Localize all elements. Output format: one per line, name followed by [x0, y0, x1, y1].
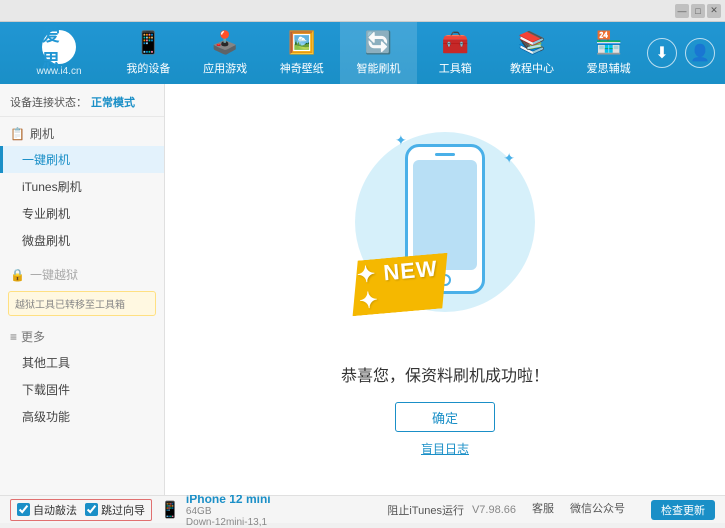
- nav-items: 📱 我的设备 🕹️ 应用游戏 🖼️ 神奇壁纸 🔄 智能刷机 🧰 工具箱 📚 教程…: [110, 22, 647, 84]
- phone-illustration: ✦ ✦ ✦ ✦ NEW ✦: [345, 122, 545, 342]
- bottom-link-service[interactable]: 客服: [532, 500, 554, 520]
- bottom-link-wechat[interactable]: 微信公众号: [570, 500, 625, 520]
- bottom-checkboxes: 自动敲法 跳过向导: [10, 499, 152, 521]
- my-device-label: 我的设备: [126, 60, 170, 76]
- main-area: 设备连接状态： 正常模式 📋 刷机 一键刷机 iTunes刷机 专业刷机 微盘刷…: [0, 84, 725, 495]
- wallpaper-icon: 🖼️: [288, 30, 315, 56]
- stop-itunes: 阻止iTunes运行: [387, 502, 464, 518]
- minimize-btn[interactable]: —: [675, 4, 689, 18]
- sidebar: 设备连接状态： 正常模式 📋 刷机 一键刷机 iTunes刷机 专业刷机 微盘刷…: [0, 84, 165, 495]
- title-bar: — □ ✕: [0, 0, 725, 22]
- device-storage: 64GB: [186, 506, 271, 517]
- sidebar-item-advanced[interactable]: 高级功能: [0, 403, 164, 430]
- sparkle-2: ✦: [503, 150, 515, 167]
- sparkle-1: ✦: [395, 132, 407, 149]
- re-flash-link[interactable]: 盲目日志: [421, 440, 469, 457]
- smart-flash-icon: 🔄: [365, 30, 392, 56]
- my-device-icon: 📱: [135, 30, 162, 56]
- close-btn[interactable]: ✕: [707, 4, 721, 18]
- apple-store-label: 爱思辅城: [587, 60, 631, 76]
- tutorial-icon: 📚: [518, 30, 545, 56]
- logo-circle: 爱思: [42, 30, 76, 64]
- nav-item-apple-store[interactable]: 🏪 爱思辅城: [570, 22, 647, 84]
- new-ribbon-text: ✦ NEW ✦: [356, 254, 452, 314]
- checkbox-auto[interactable]: 自动敲法: [17, 502, 77, 518]
- content-area: ✦ ✦ ✦ ✦ NEW ✦ 恭喜您，保资料刷机成功啦！ 确定 盲目日志: [165, 84, 725, 495]
- sidebar-section-more: ≡ 更多: [0, 320, 164, 349]
- apple-store-icon: 🏪: [595, 30, 622, 56]
- sidebar-item-one-click[interactable]: 一键刷机: [0, 146, 164, 173]
- confirm-button[interactable]: 确定: [395, 402, 495, 432]
- sidebar-jailbreak-title: 🔒 一键越狱: [0, 258, 164, 287]
- nav-item-toolbox[interactable]: 🧰 工具箱: [417, 22, 494, 84]
- toolbox-icon: 🧰: [442, 30, 469, 56]
- nav-right: ⬇ 👤: [647, 38, 725, 68]
- user-btn[interactable]: 👤: [685, 38, 715, 68]
- device-icon: 📱: [160, 500, 180, 520]
- nav-logo: 爱思 www.i4.cn: [0, 30, 110, 77]
- checkbox-skip[interactable]: 跳过向导: [85, 502, 145, 518]
- version-label: V7.98.66: [472, 504, 516, 516]
- status-label: 设备连接状态：: [10, 94, 87, 110]
- sidebar-item-download-firmware[interactable]: 下载固件: [0, 376, 164, 403]
- maximize-btn[interactable]: □: [691, 4, 705, 18]
- sidebar-item-other-tools[interactable]: 其他工具: [0, 349, 164, 376]
- download-btn[interactable]: ⬇: [647, 38, 677, 68]
- smart-flash-label: 智能刷机: [357, 60, 401, 76]
- toolbox-label: 工具箱: [439, 60, 472, 76]
- sidebar-item-pro[interactable]: 专业刷机: [0, 200, 164, 227]
- nav-item-apps-games[interactable]: 🕹️ 应用游戏: [187, 22, 264, 84]
- apps-games-label: 应用游戏: [203, 60, 247, 76]
- phone-speaker: [435, 153, 455, 156]
- sidebar-item-itunes[interactable]: iTunes刷机: [0, 173, 164, 200]
- section2-icon: ≡: [10, 330, 17, 344]
- auto-checkbox[interactable]: [17, 503, 30, 516]
- jailbreak-notice: 越狱工具已转移至工具箱: [8, 291, 156, 316]
- bottom-links: 客服 微信公众号 检查更新: [532, 500, 715, 520]
- nav-bar: 爱思 www.i4.cn 📱 我的设备 🕹️ 应用游戏 🖼️ 神奇壁纸 🔄 智能…: [0, 22, 725, 84]
- nav-item-tutorial[interactable]: 📚 教程中心: [494, 22, 571, 84]
- sidebar-section-flash: 📋 刷机: [0, 117, 164, 146]
- skip-checkbox[interactable]: [85, 503, 98, 516]
- status-value: 正常模式: [91, 94, 135, 110]
- logo-url: www.i4.cn: [36, 66, 81, 77]
- nav-item-wallpaper[interactable]: 🖼️ 神奇壁纸: [263, 22, 340, 84]
- status-bar: 设备连接状态： 正常模式: [0, 88, 164, 117]
- section1-icon: 📋: [10, 127, 25, 141]
- apps-games-icon: 🕹️: [211, 30, 238, 56]
- wallpaper-label: 神奇壁纸: [280, 60, 324, 76]
- bottom-bar: 自动敲法 跳过向导 📱 iPhone 12 mini 64GB Down-12m…: [0, 495, 725, 523]
- device-info: iPhone 12 mini 64GB Down-12mini-13,1: [186, 492, 271, 528]
- tutorial-label: 教程中心: [510, 60, 554, 76]
- lock-icon: 🔒: [10, 268, 25, 282]
- section1-title: 刷机: [30, 125, 54, 142]
- check-update-btn[interactable]: 检查更新: [651, 500, 715, 520]
- new-ribbon: ✦ NEW ✦: [348, 253, 452, 317]
- sidebar-item-micro[interactable]: 微盘刷机: [0, 227, 164, 254]
- success-text: 恭喜您，保资料刷机成功啦！: [341, 362, 549, 386]
- device-model: Down-12mini-13,1: [186, 517, 271, 528]
- nav-item-my-device[interactable]: 📱 我的设备: [110, 22, 187, 84]
- nav-item-smart-flash[interactable]: 🔄 智能刷机: [340, 22, 417, 84]
